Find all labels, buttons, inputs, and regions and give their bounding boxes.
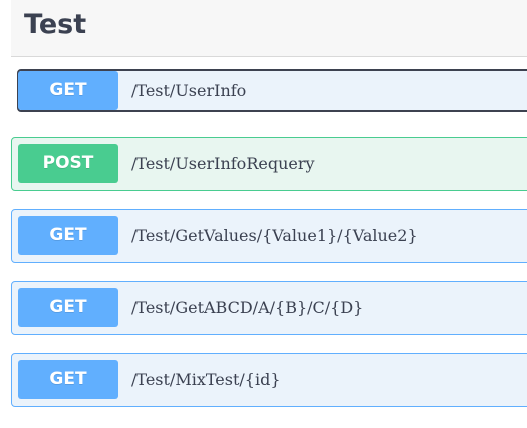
operation-path[interactable]: /Test/UserInfo (131, 71, 246, 110)
section-header[interactable]: Test (11, 0, 527, 57)
operation-post-userinforequery[interactable]: POST /Test/UserInfoRequery (11, 137, 527, 191)
operation-path[interactable]: /Test/MixTest/{id} (131, 360, 281, 399)
method-badge: GET (18, 360, 118, 399)
method-badge: GET (18, 288, 118, 327)
operation-get-mixtest[interactable]: GET /Test/MixTest/{id} (11, 353, 527, 407)
operation-get-getvalues[interactable]: GET /Test/GetValues/{Value1}/{Value2} (11, 209, 527, 263)
method-badge: GET (18, 216, 118, 255)
section-title[interactable]: Test (24, 8, 86, 42)
operation-get-getabcd[interactable]: GET /Test/GetABCD/A/{B}/C/{D} (11, 281, 527, 335)
method-badge: GET (18, 71, 118, 110)
operation-path[interactable]: /Test/GetValues/{Value1}/{Value2} (131, 216, 418, 255)
operation-get-userinfo[interactable]: GET /Test/UserInfo (11, 64, 527, 118)
operation-path[interactable]: /Test/GetABCD/A/{B}/C/{D} (131, 288, 363, 327)
operation-path[interactable]: /Test/UserInfoRequery (131, 144, 315, 183)
method-badge: POST (18, 144, 118, 183)
